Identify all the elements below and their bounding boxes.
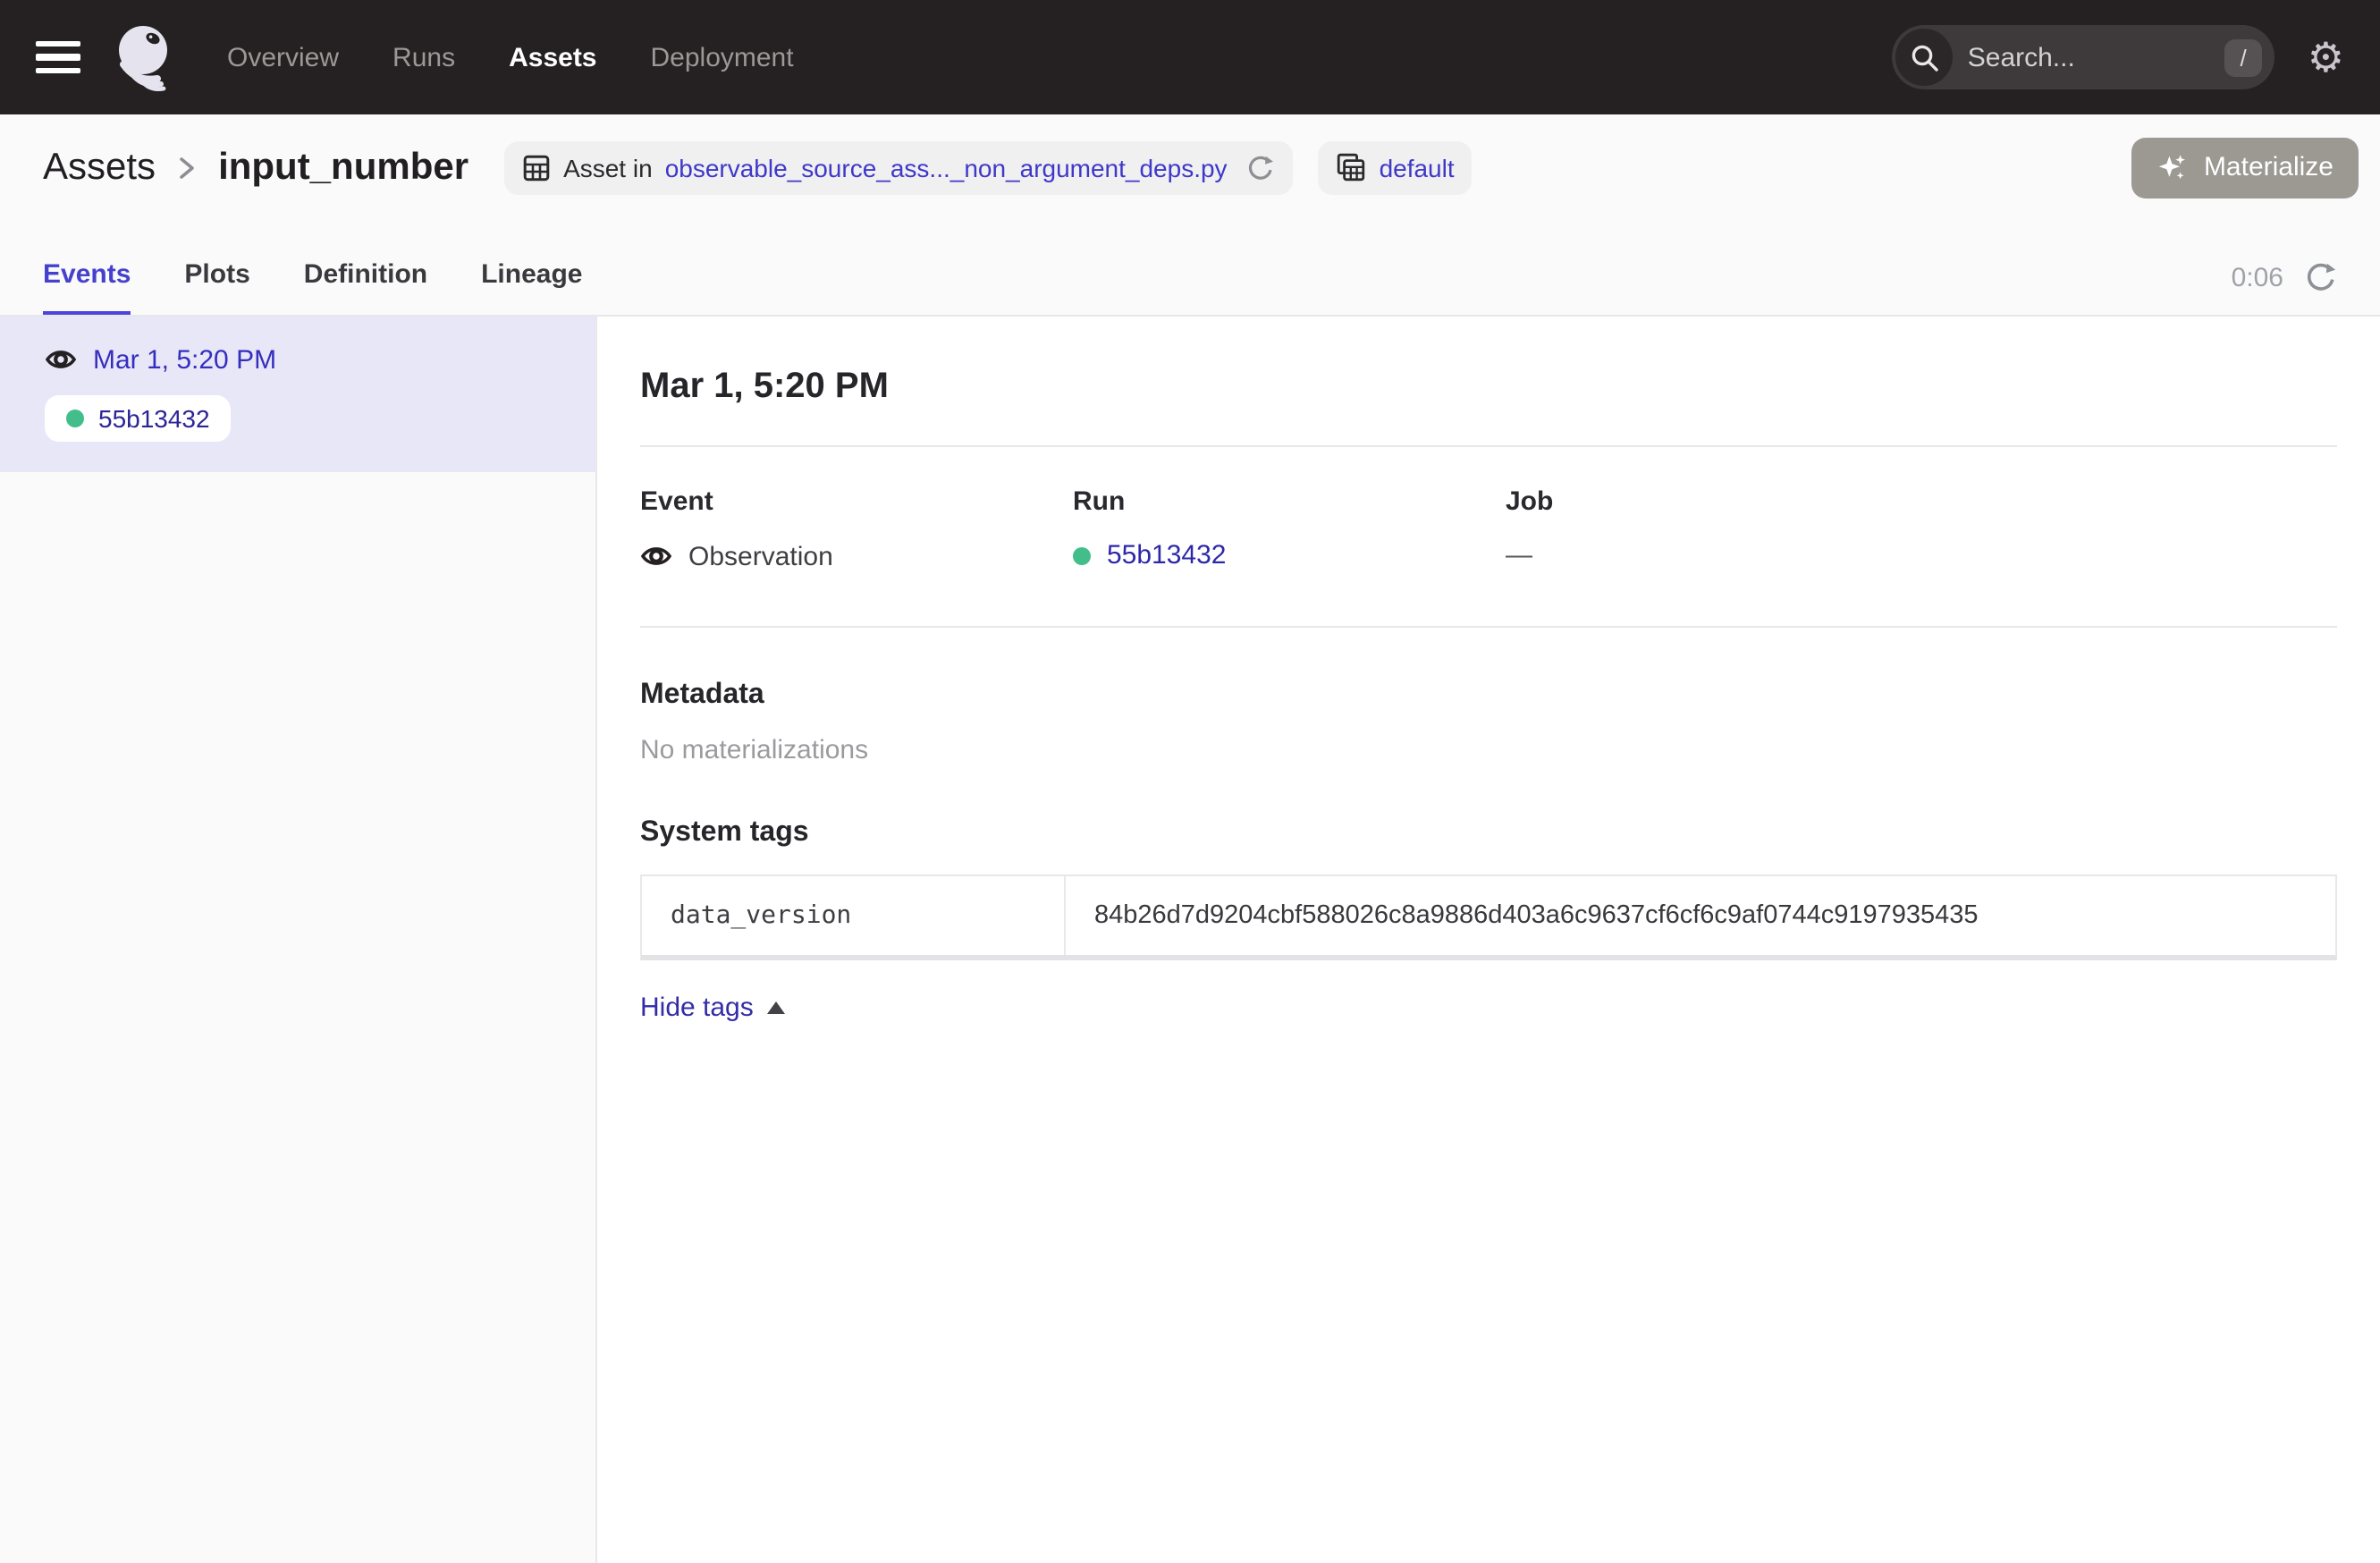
event-column-label: Event — [640, 486, 1073, 517]
refresh-zone: 0:06 — [2232, 261, 2337, 315]
job-column: Job — — [1506, 486, 1938, 572]
search-input[interactable] — [1954, 42, 2224, 72]
event-list-item-selected[interactable]: Mar 1, 5:20 PM 55b13432 — [0, 317, 595, 472]
event-type-label: Observation — [688, 541, 833, 571]
run-status-dot — [66, 410, 84, 427]
search-box[interactable]: / — [1893, 25, 2275, 89]
tab-plots[interactable]: Plots — [184, 259, 249, 315]
sparkle-icon — [2157, 151, 2190, 183]
metadata-heading: Metadata — [640, 680, 2337, 712]
top-navigation-bar: Overview Runs Assets Deployment / ⚙ — [0, 0, 2380, 114]
event-detail-title: Mar 1, 5:20 PM — [640, 367, 2337, 408]
gear-icon[interactable]: ⚙ — [2308, 37, 2344, 78]
asset-header: Assets input_number Asset in observable_… — [0, 114, 2380, 227]
table-grid-icon — [522, 153, 551, 182]
search-icon — [1896, 29, 1954, 86]
hide-tags-link[interactable]: Hide tags — [640, 993, 786, 1023]
topnav-right: / ⚙ — [1893, 25, 2344, 89]
materialize-button-label: Materialize — [2204, 152, 2334, 182]
repo-chip[interactable]: default — [1319, 140, 1473, 194]
hide-tags-label: Hide tags — [640, 993, 754, 1023]
tag-key-cell: data_version — [642, 876, 1066, 955]
repo-chip-label[interactable]: default — [1380, 153, 1455, 182]
breadcrumb-assets-link[interactable]: Assets — [43, 146, 156, 189]
refresh-countdown: 0:06 — [2232, 262, 2283, 292]
run-link[interactable]: 55b13432 — [1107, 540, 1227, 570]
asset-definition-link[interactable]: observable_source_ass..._non_argument_de… — [665, 153, 1228, 182]
table-row: data_version 84b26d7d9204cbf588026c8a988… — [642, 876, 2335, 955]
breadcrumb-asset-name: input_number — [218, 146, 468, 189]
event-date-label: Mar 1, 5:20 PM — [93, 344, 276, 375]
primary-nav: Overview Runs Assets Deployment — [227, 42, 794, 72]
job-empty-value: — — [1506, 540, 1532, 570]
repo-icon — [1337, 152, 1367, 182]
tag-value-cell: 84b26d7d9204cbf588026c8a9886d403a6c9637c… — [1066, 876, 2335, 955]
asset-definition-chip: Asset in observable_source_ass..._non_ar… — [504, 140, 1294, 194]
divider — [640, 445, 2337, 447]
event-column: Event Observation — [640, 486, 1073, 572]
search-shortcut-key: / — [2224, 38, 2263, 76]
run-column: Run 55b13432 — [1073, 486, 1506, 572]
dagster-logo-icon[interactable] — [109, 20, 184, 95]
system-tags-table: data_version 84b26d7d9204cbf588026c8a988… — [640, 874, 2337, 960]
events-sidebar: Mar 1, 5:20 PM 55b13432 — [0, 317, 597, 1563]
run-badge[interactable]: 55b13432 — [45, 395, 232, 442]
app-root: Overview Runs Assets Deployment / ⚙ Asse… — [0, 0, 2380, 1563]
system-tags-heading: System tags — [640, 817, 2337, 849]
nav-link-deployment[interactable]: Deployment — [651, 42, 794, 72]
tab-lineage[interactable]: Lineage — [481, 259, 582, 315]
divider — [640, 626, 2337, 628]
nav-link-assets[interactable]: Assets — [509, 42, 596, 72]
content-area: Mar 1, 5:20 PM 55b13432 Mar 1, 5:20 PM E… — [0, 317, 2380, 1563]
asset-tabs: Events Plots Definition Lineage 0:06 — [0, 227, 2380, 317]
metadata-empty-message: No materializations — [640, 735, 2337, 765]
event-summary-columns: Event Observation Run 55b13432 — [640, 486, 2337, 572]
job-column-label: Job — [1506, 486, 1938, 517]
tab-definition[interactable]: Definition — [304, 259, 427, 315]
event-detail-panel: Mar 1, 5:20 PM Event Observation Run — [597, 317, 2380, 1563]
asset-chip-prefix: Asset in — [563, 153, 653, 182]
run-column-label: Run — [1073, 486, 1506, 517]
hamburger-menu-icon[interactable] — [36, 41, 80, 74]
eye-icon — [640, 540, 672, 572]
run-id-label: 55b13432 — [98, 404, 210, 433]
eye-icon — [45, 343, 77, 376]
tab-events[interactable]: Events — [43, 259, 131, 315]
caret-up-icon — [768, 1001, 786, 1014]
nav-link-runs[interactable]: Runs — [392, 42, 455, 72]
refresh-icon[interactable] — [2305, 261, 2337, 293]
reload-definitions-icon[interactable] — [1247, 153, 1276, 182]
run-status-dot — [1073, 546, 1091, 564]
materialize-button[interactable]: Materialize — [2132, 137, 2359, 198]
nav-link-overview[interactable]: Overview — [227, 42, 339, 72]
breadcrumb-chevron-icon — [177, 153, 197, 182]
